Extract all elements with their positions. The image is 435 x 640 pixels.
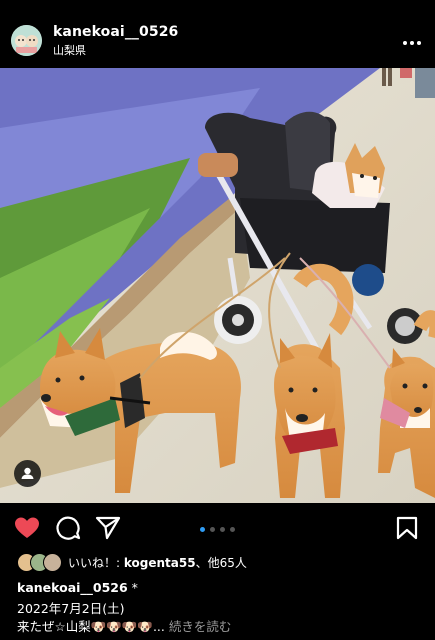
carousel-dot xyxy=(230,527,235,532)
likes-row[interactable]: いいね！: kogenta55、他65人 xyxy=(14,551,434,573)
liker-avatar xyxy=(43,553,62,572)
likes-prefix: いいね！: xyxy=(68,556,124,570)
profile-avatar[interactable] xyxy=(11,25,42,56)
caption-username-line: kanekoai__0526 * xyxy=(17,580,138,595)
liker-avatars xyxy=(17,553,63,572)
caption-username[interactable]: kanekoai__0526 xyxy=(17,580,128,595)
carousel-dot-active xyxy=(200,527,205,532)
read-more-link[interactable]: 続きを読む xyxy=(165,619,232,634)
likes-user[interactable]: kogenta55 xyxy=(124,556,196,570)
caption-text: 来たぜ☆山梨🐶🐶🐶🐶... xyxy=(17,619,165,634)
carousel-dot xyxy=(220,527,225,532)
likes-suffix[interactable]: 、他65人 xyxy=(196,556,247,570)
caption-text-line: 来たぜ☆山梨🐶🐶🐶🐶... 続きを読む xyxy=(17,616,231,635)
carousel-dot xyxy=(210,527,215,532)
action-bar xyxy=(0,508,435,548)
carousel-indicator xyxy=(200,527,240,533)
post-username[interactable]: kanekoai__0526 xyxy=(53,24,178,40)
comment-icon[interactable] xyxy=(54,514,82,542)
caption-star: * xyxy=(127,580,138,595)
likes-text: いいね！: kogenta55、他65人 xyxy=(68,554,247,571)
post-location[interactable]: 山梨県 xyxy=(53,42,86,58)
more-horizontal-icon[interactable] xyxy=(401,32,423,45)
post-header: kanekoai__0526 山梨県 xyxy=(0,0,435,68)
user-tag-icon[interactable] xyxy=(14,460,41,487)
post-photo[interactable] xyxy=(0,68,435,503)
caption-date: 2022年7月2日(土) xyxy=(17,601,125,616)
heart-filled-icon[interactable] xyxy=(13,514,41,542)
bookmark-icon[interactable] xyxy=(393,514,421,542)
paper-plane-icon[interactable] xyxy=(94,514,122,542)
